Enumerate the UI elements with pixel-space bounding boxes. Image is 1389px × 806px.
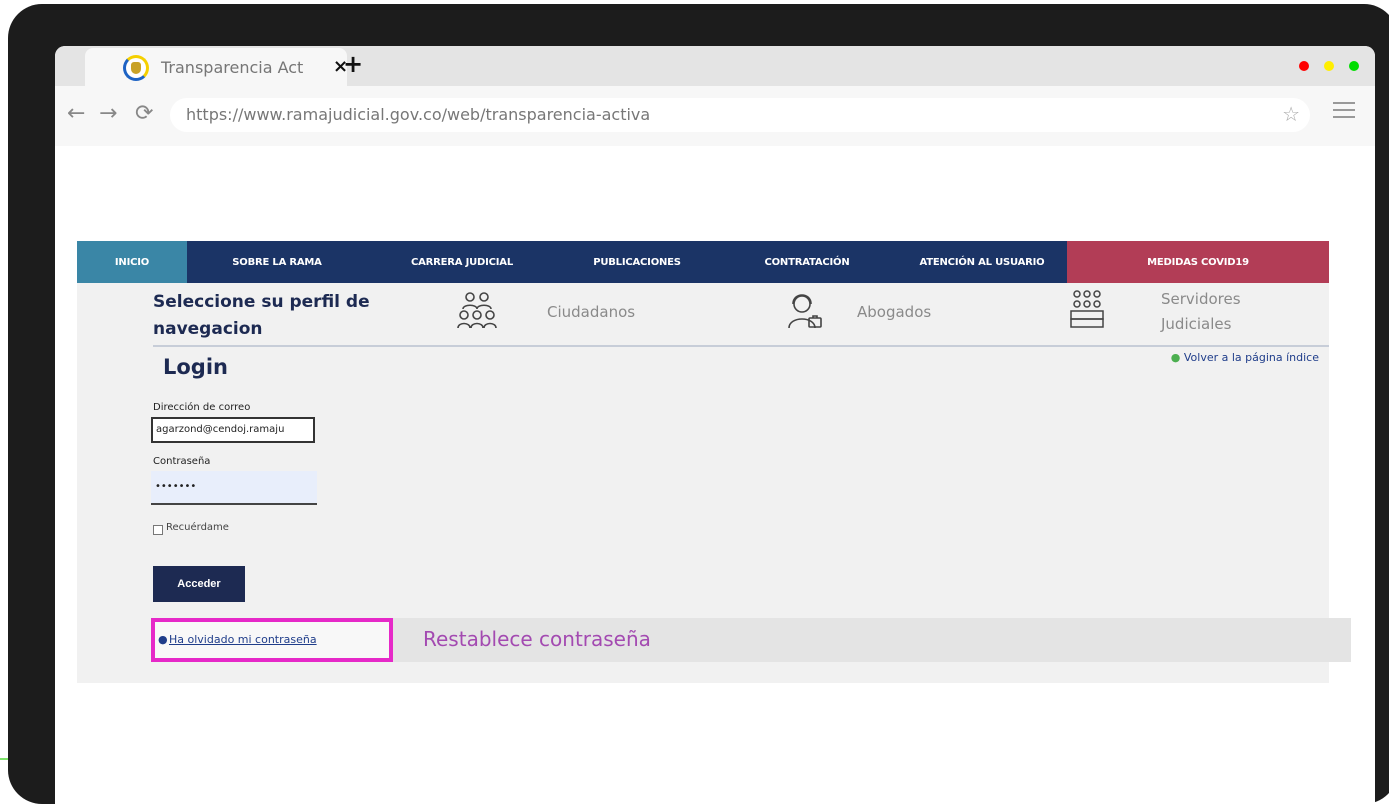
- back-to-index-label: Volver a la página índice: [1183, 351, 1319, 364]
- green-bullet-icon: ●: [1170, 351, 1184, 364]
- citizens-icon[interactable]: [457, 291, 497, 331]
- tab-title: Transparencia Act: [161, 58, 304, 77]
- window-maximize-dot[interactable]: [1349, 61, 1359, 71]
- nav-item-sobre-la-rama[interactable]: SOBRE LA RAMA: [187, 241, 367, 283]
- email-label: Dirección de correo: [153, 402, 251, 413]
- password-label: Contraseña: [153, 456, 211, 467]
- lawyers-icon[interactable]: [785, 292, 825, 332]
- address-bar: ← → ⟳ https://www.ramajudicial.gov.co/we…: [55, 86, 1375, 146]
- nav-item-medidas-covid19[interactable]: MEDIDAS COVID19: [1067, 241, 1329, 283]
- hamburger-menu-icon[interactable]: [1333, 98, 1355, 118]
- nav-item-inicio[interactable]: INICIO: [77, 241, 187, 283]
- reset-password-caption: Restablece contraseña: [423, 627, 651, 651]
- web-page: INICIO SOBRE LA RAMA CARRERA JUDICIAL PU…: [55, 146, 1375, 806]
- forgot-password-link[interactable]: Ha olvidado mi contraseña: [169, 633, 317, 646]
- forward-arrow-icon[interactable]: →: [99, 101, 117, 126]
- login-submit-button[interactable]: Acceder: [153, 566, 245, 602]
- bookmark-star-icon[interactable]: ☆: [1282, 102, 1300, 126]
- profile-option-servidores-judiciales[interactable]: Servidores Judiciales: [1161, 287, 1271, 337]
- colombia-seal-icon: [123, 55, 149, 81]
- nav-item-publicaciones[interactable]: PUBLICACIONES: [557, 241, 717, 283]
- judicial-servers-icon[interactable]: [1067, 289, 1107, 329]
- nav-item-atencion-al-usuario[interactable]: ATENCIÓN AL USUARIO: [897, 241, 1067, 283]
- window-minimize-dot[interactable]: [1324, 61, 1334, 71]
- url-input[interactable]: https://www.ramajudicial.gov.co/web/tran…: [170, 98, 1310, 132]
- forgot-password-highlight: ● Ha olvidado mi contraseña: [151, 618, 393, 662]
- device-bezel: Transparencia Act × + ← → ⟳ https://www.…: [8, 4, 1389, 806]
- window-close-dot[interactable]: [1299, 61, 1309, 71]
- forgot-password-banner: ● Ha olvidado mi contraseña Restablece c…: [151, 618, 1351, 662]
- browser-window: Transparencia Act × + ← → ⟳ https://www.…: [55, 46, 1375, 806]
- login-title: Login: [163, 355, 228, 379]
- url-text: https://www.ramajudicial.gov.co/web/tran…: [186, 105, 651, 124]
- main-navbar: INICIO SOBRE LA RAMA CARRERA JUDICIAL PU…: [77, 241, 1329, 283]
- browser-tab[interactable]: Transparencia Act ×: [85, 48, 348, 86]
- profile-selector-title: Seleccione su perfil de navegacion: [153, 292, 370, 339]
- nav-item-carrera-judicial[interactable]: CARRERA JUDICIAL: [367, 241, 557, 283]
- reload-icon[interactable]: ⟳: [135, 101, 153, 126]
- new-tab-icon[interactable]: +: [343, 50, 363, 78]
- login-portal: Seleccione su perfil de navegacion Ciuda…: [77, 283, 1351, 683]
- profile-divider: [153, 345, 1329, 347]
- tab-bar: Transparencia Act × +: [55, 46, 1375, 86]
- password-field[interactable]: •••••••: [151, 471, 317, 505]
- link-bullet-icon: ●: [158, 633, 168, 646]
- profile-option-abogados[interactable]: Abogados: [857, 303, 931, 321]
- nav-item-contratacion[interactable]: CONTRATACIÓN: [717, 241, 897, 283]
- back-arrow-icon[interactable]: ←: [67, 101, 85, 126]
- email-field[interactable]: agarzond@cendoj.ramaju: [151, 417, 315, 443]
- back-to-index-link[interactable]: ● Volver a la página índice: [1171, 351, 1319, 364]
- remember-me-label: Recuérdame: [166, 522, 229, 533]
- profile-option-ciudadanos[interactable]: Ciudadanos: [547, 303, 635, 321]
- green-mark: [0, 758, 8, 760]
- remember-me-checkbox[interactable]: [153, 525, 163, 535]
